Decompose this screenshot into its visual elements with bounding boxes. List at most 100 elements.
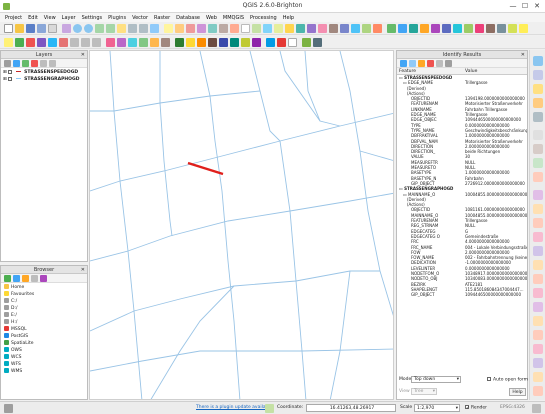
print-results-icon[interactable] — [445, 60, 452, 67]
menu-plugins[interactable]: Plugins — [108, 15, 126, 21]
identify-icon[interactable] — [164, 24, 173, 33]
undo-tool-icon[interactable] — [533, 386, 543, 396]
delete-selected-icon[interactable] — [59, 38, 68, 47]
paste-features-icon[interactable] — [92, 38, 101, 47]
add-postgis-layer-icon[interactable] — [409, 24, 418, 33]
view-select[interactable]: Tree ▾ — [411, 388, 437, 395]
reshape-feature-icon[interactable] — [219, 38, 228, 47]
add-wcs-layer-icon[interactable] — [464, 24, 473, 33]
snapping-icon[interactable] — [266, 38, 275, 47]
scale-tool-icon[interactable] — [533, 232, 543, 242]
filter-browser-icon[interactable] — [22, 275, 29, 282]
plugin-update-link[interactable]: There is a plugin update available — [196, 405, 272, 410]
add-vector-layer-icon[interactable] — [387, 24, 396, 33]
menu-project[interactable]: Project — [5, 15, 22, 21]
add-wfs-layer-icon[interactable] — [475, 24, 484, 33]
add-part-icon[interactable] — [150, 38, 159, 47]
copy-features-icon[interactable] — [81, 38, 90, 47]
add-wms-layer-icon[interactable] — [453, 24, 462, 33]
chamfer-tool-icon[interactable] — [533, 316, 543, 326]
move-feature-icon[interactable] — [37, 38, 46, 47]
split-tool-icon[interactable] — [533, 344, 543, 354]
label-pin-icon[interactable] — [274, 24, 283, 33]
new-shapefile-icon[interactable] — [497, 24, 506, 33]
deselect-icon[interactable] — [186, 24, 195, 33]
zoom-full-icon[interactable] — [95, 24, 104, 33]
save-as-icon[interactable] — [37, 24, 46, 33]
openlayers-icon[interactable] — [362, 24, 371, 33]
refresh-browser-icon[interactable] — [4, 275, 11, 282]
browser-item-favourites[interactable]: Favourites — [4, 291, 84, 298]
menu-database[interactable]: Database — [176, 15, 200, 21]
attribute-table-icon[interactable] — [197, 24, 206, 33]
menu-vector[interactable]: Vector — [132, 15, 148, 21]
coordinate-toggle-icon[interactable] — [265, 404, 274, 413]
zoom-in-icon[interactable] — [73, 24, 82, 33]
menu-help[interactable]: Help — [283, 15, 294, 21]
new-temp-layer-icon[interactable] — [519, 24, 528, 33]
filter-legend-icon[interactable] — [22, 60, 29, 67]
minimize-button[interactable]: — — [508, 1, 518, 11]
new-bookmark-icon[interactable] — [241, 24, 250, 33]
digitize-tool-icon[interactable] — [533, 70, 543, 80]
auto-open-form[interactable]: Auto open form — [487, 377, 528, 383]
render-checkbox[interactable]: ✓ — [465, 405, 470, 411]
fill-ring-icon[interactable] — [161, 38, 170, 47]
zoom-out-icon[interactable] — [84, 24, 93, 33]
browser-item-wfs[interactable]: WFS — [4, 361, 84, 368]
layout-manager-icon[interactable] — [313, 38, 322, 47]
join-tool-icon[interactable] — [533, 358, 543, 368]
add-feature-icon[interactable] — [26, 38, 35, 47]
value-column-header[interactable]: Value — [465, 68, 477, 75]
expand-icon[interactable]: ⊞ — [3, 77, 7, 82]
gps-icon[interactable] — [340, 24, 349, 33]
menu-settings[interactable]: Settings — [82, 15, 103, 21]
browser-item-drive-c[interactable]: C:/ — [4, 298, 84, 305]
browser-item-wms[interactable]: WMS — [4, 368, 84, 375]
coordinate-field[interactable]: 16.41263,48.26917 — [306, 404, 396, 412]
identify-result-row[interactable]: GIP_OBJECT 1094446500000000000000 — [399, 292, 527, 297]
close-button[interactable]: ✕ — [532, 1, 542, 11]
label-icon[interactable] — [263, 24, 272, 33]
close-layers-panel-icon[interactable]: ✕ — [81, 51, 85, 59]
web-plugin-icon[interactable] — [351, 24, 360, 33]
explode-tool-icon[interactable] — [533, 330, 543, 340]
close-browser-panel-icon[interactable]: ✕ — [81, 266, 85, 274]
browser-item-drive-h[interactable]: H:/ — [4, 319, 84, 326]
maximize-button[interactable]: ☐ — [520, 1, 530, 11]
trim-tool-icon[interactable] — [533, 274, 543, 284]
delete-tool-icon[interactable] — [533, 372, 543, 382]
layer-visibility-checkbox[interactable] — [8, 76, 13, 81]
processing-toolbox-icon[interactable] — [307, 24, 316, 33]
menu-view[interactable]: View — [44, 15, 56, 21]
crs-button[interactable]: EPSG:4326 — [500, 405, 525, 410]
undo-icon[interactable] — [106, 38, 115, 47]
fillet-tool-icon[interactable] — [533, 302, 543, 312]
menu-web[interactable]: Web — [206, 15, 217, 21]
plugin-icon[interactable] — [533, 56, 543, 66]
clear-results-icon[interactable] — [427, 60, 434, 67]
rotate-tool-icon[interactable] — [533, 218, 543, 228]
zoom-next-icon[interactable] — [139, 24, 148, 33]
split-feature-icon[interactable] — [230, 38, 239, 47]
rotate-label-icon[interactable] — [175, 38, 184, 47]
collapse-browser-icon[interactable] — [31, 275, 38, 282]
menu-edit[interactable]: Edit — [28, 15, 38, 21]
polygon-tool-icon[interactable] — [533, 112, 543, 122]
rectangle-tool-icon[interactable] — [533, 130, 543, 140]
expand-new-results-icon[interactable] — [418, 60, 425, 67]
new-spatialite-icon[interactable] — [508, 24, 517, 33]
map-tips-icon[interactable] — [230, 24, 239, 33]
browser-item-home[interactable]: Home — [4, 284, 84, 291]
measure-icon[interactable] — [219, 24, 228, 33]
close-identify-panel-icon[interactable]: ✕ — [521, 51, 525, 59]
label-move-icon[interactable] — [285, 24, 294, 33]
copy-feature-icon[interactable] — [436, 60, 443, 67]
feature-column-header[interactable]: Feature — [399, 68, 416, 75]
zoom-layer-icon[interactable] — [106, 24, 115, 33]
align-tool-icon[interactable] — [533, 204, 543, 214]
offset-curve-icon[interactable] — [208, 38, 217, 47]
add-spatialite-layer-icon[interactable] — [420, 24, 429, 33]
advanced-edit-icon[interactable] — [533, 190, 543, 200]
regular-polygon-icon[interactable] — [533, 172, 543, 182]
